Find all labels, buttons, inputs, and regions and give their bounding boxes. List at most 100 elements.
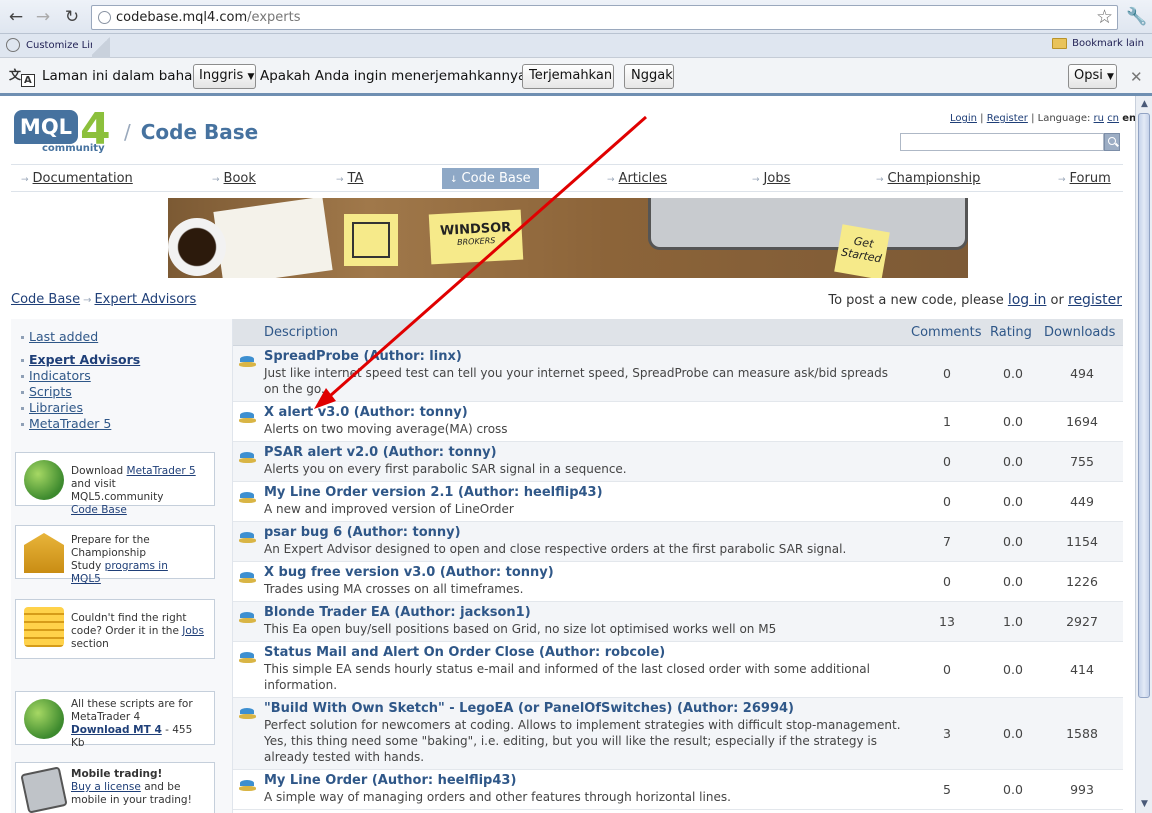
table-row[interactable]: PSAR alert v2.0 (Author: tonny) Alerts yo…: [233, 442, 1123, 482]
promo-line: Prepare for the Championship: [71, 534, 150, 559]
table-row[interactable]: My Line Order version 2.1 (Author: heelf…: [233, 482, 1123, 522]
row-title-link[interactable]: My Line Order (Author: heelflip43): [264, 773, 516, 788]
row-downloads: 494: [1070, 366, 1094, 381]
row-title-link[interactable]: SpreadProbe (Author: linx): [264, 349, 462, 364]
star-icon[interactable]: ☆: [1096, 6, 1113, 28]
row-rating: 0.0: [1003, 662, 1023, 677]
sidebar-item-last-added[interactable]: Last added: [21, 329, 140, 345]
translate-infobar: 文A Laman ini dalam bahasa Inggris ▼ Apak…: [0, 58, 1152, 96]
logo-mql: MQL: [14, 110, 78, 144]
translate-button[interactable]: Terjemahkan: [522, 64, 614, 89]
search-icon[interactable]: [1104, 133, 1120, 151]
table-row[interactable]: X bug free version v3.0 (Author: tonny) T…: [233, 562, 1123, 602]
arrow-down-icon: ↓: [450, 175, 458, 185]
sidebar-item-indicators[interactable]: Indicators: [21, 368, 140, 384]
row-title-link[interactable]: X alert v3.0 (Author: tonny): [264, 405, 468, 420]
row-author: (Author: tonny): [382, 445, 497, 460]
banner-paper: [213, 198, 333, 278]
advert-banner[interactable]: WINDSOR BROKERS Get Started: [168, 198, 968, 278]
back-arrow-icon[interactable]: ←: [6, 7, 26, 27]
scroll-thumb[interactable]: [1138, 113, 1150, 698]
menu-documentation[interactable]: → Documentation: [21, 171, 133, 186]
table-row[interactable]: My Line Order (Author: heelflip43) A simp…: [233, 770, 1123, 810]
row-title-link[interactable]: "Build With Own Sketch" - LegoEA (or Pan…: [264, 701, 794, 716]
mobile-phone-icon: [20, 766, 68, 813]
download-mt4-link[interactable]: Download MT 4: [71, 724, 162, 736]
metatrader5-link[interactable]: MetaTrader 5: [127, 465, 196, 477]
register-link[interactable]: Register: [987, 113, 1028, 124]
close-icon[interactable]: ✕: [1130, 68, 1143, 86]
language-cn-link[interactable]: cn: [1107, 113, 1119, 124]
column-downloads[interactable]: Downloads: [1044, 325, 1115, 340]
scroll-down-icon[interactable]: ▼: [1138, 798, 1151, 811]
search-input[interactable]: [900, 133, 1104, 151]
row-title-link[interactable]: X bug free version v3.0 (Author: tonny): [264, 565, 554, 580]
row-title-link[interactable]: Blonde Trader EA (Author: jackson1): [264, 605, 531, 620]
menu-articles[interactable]: → Articles: [607, 171, 667, 186]
row-downloads: 993: [1070, 782, 1094, 797]
sidebar-item-metatrader5[interactable]: MetaTrader 5: [21, 416, 140, 432]
scroll-up-icon[interactable]: ▲: [1138, 98, 1151, 111]
language-select[interactable]: Inggris ▼: [193, 64, 256, 89]
table-row[interactable]: SpreadProbe (Author: linx) Just like inte…: [233, 346, 1123, 402]
options-button[interactable]: Opsi ▼: [1068, 64, 1117, 89]
vertical-scrollbar[interactable]: ▲ ▼: [1135, 96, 1152, 813]
reload-icon[interactable]: ↻: [62, 7, 82, 27]
bookmark-customize-links[interactable]: Customize Link: [6, 38, 92, 52]
sidebar-item-scripts[interactable]: Scripts: [21, 384, 140, 400]
menu-jobs[interactable]: → Jobs: [752, 171, 790, 186]
promo-jobs: Couldn't find the right code? Order it i…: [15, 599, 215, 659]
buy-license-link[interactable]: Buy a license: [71, 781, 141, 793]
table-row[interactable]: X alert v3.0 (Author: tonny) Alerts on tw…: [233, 402, 1123, 442]
menu-championship[interactable]: → Championship: [876, 171, 980, 186]
row-title-link[interactable]: My Line Order version 2.1 (Author: heelf…: [264, 485, 603, 500]
breadcrumb-code-base[interactable]: Code Base: [11, 292, 80, 307]
table-row[interactable]: "Build With Own Sketch" - LegoEA (or Pan…: [233, 698, 1123, 770]
promo-text: Prepare for the Championship Study progra…: [71, 534, 181, 586]
table-row[interactable]: psar bug 6 (Author: tonny) An Expert Advi…: [233, 522, 1123, 562]
sidebar-item-libraries[interactable]: Libraries: [21, 400, 140, 416]
table-row[interactable]: Status Mail and Alert On Order Close (Au…: [233, 642, 1123, 698]
sidebar-item-expert-advisors[interactable]: Expert Advisors: [21, 352, 140, 368]
bookmark-label: Customize Link: [26, 39, 92, 51]
row-rating: 1.0: [1003, 614, 1023, 629]
row-title-link[interactable]: PSAR alert v2.0 (Author: tonny): [264, 445, 497, 460]
promo-text: Download MetaTrader 5 and visit MQL5.comm…: [71, 465, 211, 517]
expert-advisor-icon: [239, 492, 256, 504]
column-comments[interactable]: Comments: [911, 325, 981, 340]
row-title-link[interactable]: psar bug 6 (Author: tonny): [264, 525, 461, 540]
forward-arrow-icon[interactable]: →: [33, 7, 53, 27]
menu-code-base[interactable]: ↓ Code Base: [442, 168, 539, 189]
bookmark-page-icon: [6, 38, 20, 52]
bookmark-other[interactable]: Bookmark lain: [1052, 38, 1144, 49]
login-link[interactable]: Login: [950, 113, 977, 124]
table-row[interactable]: Blonde Trader EA (Author: jackson1) This …: [233, 602, 1123, 642]
row-rating: 0.0: [1003, 726, 1023, 741]
language-ru-link[interactable]: ru: [1094, 113, 1104, 124]
expert-advisor-icon: [239, 356, 256, 368]
menu-forum[interactable]: → Forum: [1058, 171, 1111, 186]
row-comments: 7: [943, 534, 951, 549]
arrow-right-icon: →: [752, 175, 760, 185]
row-title-link[interactable]: Status Mail and Alert On Order Close (Au…: [264, 645, 665, 660]
menu-book[interactable]: → Book: [212, 171, 256, 186]
row-comments: 0: [943, 454, 951, 469]
breadcrumb-expert-advisors[interactable]: Expert Advisors: [94, 292, 196, 307]
mql4-logo[interactable]: MQL 4 community: [14, 104, 112, 156]
row-downloads: 1694: [1066, 414, 1098, 429]
no-translate-button[interactable]: Nggak: [624, 64, 674, 89]
log-in-link[interactable]: log in: [1008, 292, 1047, 308]
jobs-link[interactable]: Jobs: [182, 625, 204, 637]
wrench-icon[interactable]: 🔧: [1126, 7, 1147, 27]
menu-ta[interactable]: → TA: [336, 171, 363, 186]
row-comments: 3: [943, 726, 951, 741]
column-description[interactable]: Description: [264, 325, 338, 340]
column-rating[interactable]: Rating: [990, 325, 1032, 340]
row-description: A simple way of managing orders and othe…: [264, 790, 731, 804]
row-author: (Author: heelflip43): [371, 773, 517, 788]
promo-line: All these scripts are for MetaTrader 4: [71, 698, 193, 723]
mql5-code-base-link[interactable]: Code Base: [71, 504, 127, 516]
address-bar[interactable]: codebase.mql4.com/experts ☆: [91, 5, 1118, 30]
row-title: "Build With Own Sketch" - LegoEA (or Pan…: [264, 701, 673, 716]
register-link-bottom[interactable]: register: [1068, 292, 1122, 308]
